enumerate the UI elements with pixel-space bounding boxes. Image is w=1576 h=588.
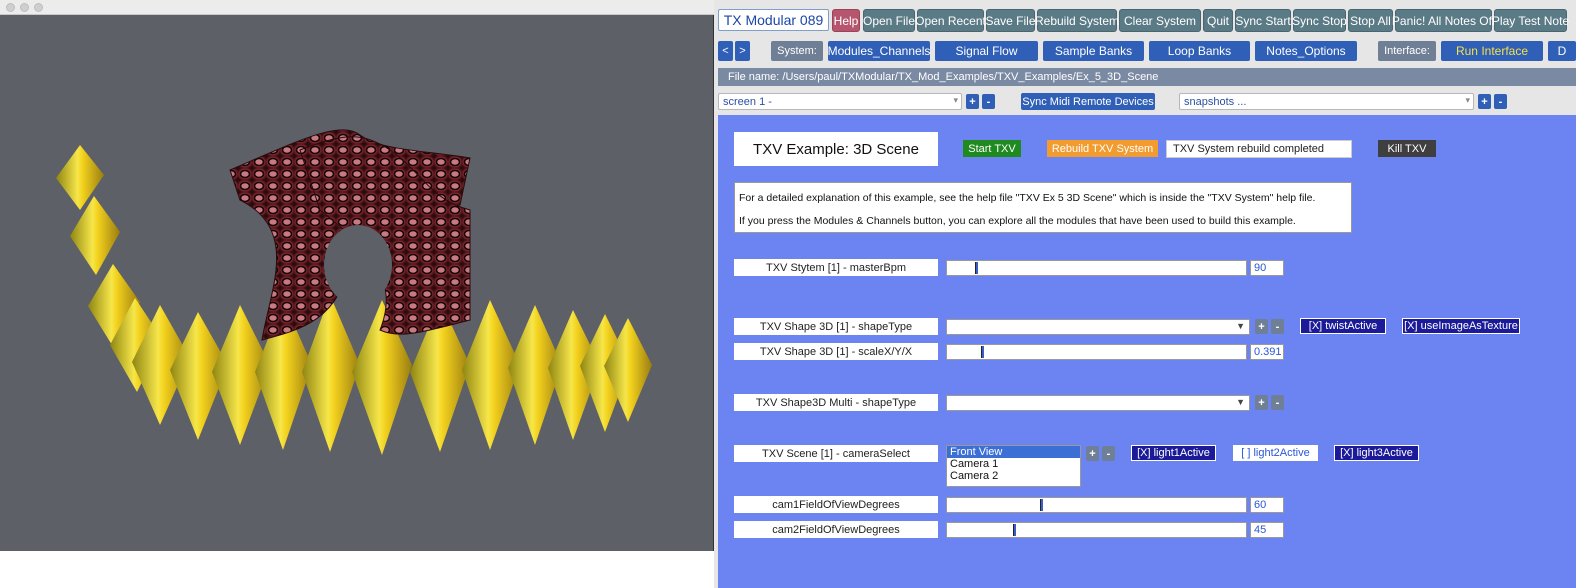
multi-shape-type-label: TXV Shape3D Multi - shapeType bbox=[734, 394, 938, 411]
info-line-1: For a detailed explanation of this examp… bbox=[739, 192, 1316, 204]
interface-label: Interface: bbox=[1378, 41, 1436, 61]
screen-add-button[interactable]: + bbox=[966, 94, 979, 109]
scale-label: TXV Shape 3D [1] - scaleX/Y/X bbox=[734, 343, 938, 360]
snapshots-select[interactable]: snapshots ... ▾ bbox=[1179, 93, 1474, 110]
close-window-icon[interactable] bbox=[6, 3, 15, 12]
kill-txv-button[interactable]: Kill TXV bbox=[1378, 140, 1436, 157]
multi-shape-type-add-button[interactable]: + bbox=[1255, 395, 1268, 410]
cam1-fov-label: cam1FieldOfViewDegrees bbox=[734, 496, 938, 513]
app-title: TX Modular 089 bbox=[718, 9, 829, 31]
tab-sample-banks[interactable]: Sample Banks bbox=[1043, 41, 1144, 61]
rebuild-system-button[interactable]: Rebuild System bbox=[1035, 9, 1119, 32]
twist-active-toggle[interactable]: [X] twistActive bbox=[1300, 318, 1386, 334]
camera-option-camera-2[interactable]: Camera 2 bbox=[947, 470, 1080, 482]
nav-back-button[interactable]: < bbox=[718, 41, 733, 61]
camera-select-list[interactable]: Front View Camera 1 Camera 2 bbox=[946, 445, 1081, 487]
use-image-as-texture-toggle[interactable]: [X] useImageAsTexture bbox=[1402, 318, 1520, 334]
quit-button[interactable]: Quit bbox=[1203, 9, 1233, 32]
sync-midi-remote-devices-button[interactable]: Sync Midi Remote Devices bbox=[1021, 93, 1155, 110]
multi-shape-type-remove-button[interactable]: - bbox=[1271, 395, 1284, 410]
slider-handle[interactable] bbox=[981, 346, 984, 358]
chevron-down-icon: ▾ bbox=[1465, 95, 1470, 105]
screen-select[interactable]: screen 1 - ▾ bbox=[718, 93, 962, 110]
3d-scene-view bbox=[56, 129, 652, 455]
shape-type-remove-button[interactable]: - bbox=[1271, 319, 1284, 334]
render-titlebar bbox=[0, 0, 714, 15]
camera-remove-button[interactable]: - bbox=[1102, 446, 1115, 461]
tx-modular-window: TX Modular 089 Help Open File Open Recen… bbox=[714, 0, 1576, 588]
slider-handle[interactable] bbox=[975, 262, 978, 274]
cam2-fov-value[interactable]: 45 bbox=[1250, 522, 1284, 538]
tab-loop-banks[interactable]: Loop Banks bbox=[1149, 41, 1250, 61]
master-bpm-label: TXV Stytem [1] - masterBpm bbox=[734, 259, 938, 276]
master-bpm-slider[interactable] bbox=[946, 260, 1247, 276]
nav-forward-button[interactable]: > bbox=[735, 41, 750, 61]
open-recent-button[interactable]: Open Recent bbox=[915, 9, 986, 32]
example-panel: TXV Example: 3D Scene Start TXV Rebuild … bbox=[718, 115, 1576, 588]
slider-handle[interactable] bbox=[1013, 524, 1016, 536]
screen-remove-button[interactable]: - bbox=[982, 94, 995, 109]
cam1-fov-value[interactable]: 60 bbox=[1250, 497, 1284, 513]
screen-select-value: screen 1 - bbox=[723, 95, 772, 108]
status-text-field[interactable]: TXV System rebuild completed bbox=[1166, 140, 1352, 158]
open-file-button[interactable]: Open File bbox=[863, 9, 915, 32]
multi-shape-type-select[interactable]: ▼ bbox=[946, 395, 1250, 411]
snapshot-remove-button[interactable]: - bbox=[1494, 94, 1507, 109]
snapshots-select-value: snapshots ... bbox=[1184, 95, 1247, 108]
scale-value[interactable]: 0.391 bbox=[1250, 344, 1284, 360]
clear-system-button[interactable]: Clear System bbox=[1119, 9, 1201, 32]
run-interface-button[interactable]: Run Interface bbox=[1441, 41, 1543, 61]
chevron-down-icon: ▼ bbox=[1236, 397, 1245, 407]
file-name-bar: File name: /Users/paul/TXModular/TX_Mod_… bbox=[718, 68, 1576, 86]
sync-stop-button[interactable]: Sync Stop bbox=[1292, 9, 1347, 32]
tab-signal-flow[interactable]: Signal Flow bbox=[935, 41, 1038, 61]
render-window bbox=[0, 0, 714, 551]
camera-option-front-view[interactable]: Front View bbox=[947, 446, 1080, 458]
scale-slider[interactable] bbox=[946, 344, 1247, 360]
cam1-fov-slider[interactable] bbox=[946, 497, 1247, 513]
example-title: TXV Example: 3D Scene bbox=[734, 132, 938, 166]
light1-active-toggle[interactable]: [X] light1Active bbox=[1131, 445, 1216, 461]
light3-active-toggle[interactable]: [X] light3Active bbox=[1334, 445, 1419, 461]
minimize-window-icon[interactable] bbox=[20, 3, 29, 12]
start-txv-button[interactable]: Start TXV bbox=[963, 140, 1021, 157]
overflow-tab[interactable]: D bbox=[1548, 41, 1576, 61]
info-line-2: If you press the Modules & Channels butt… bbox=[739, 215, 1296, 227]
cam2-fov-label: cam2FieldOfViewDegrees bbox=[734, 521, 938, 538]
save-file-button[interactable]: Save File bbox=[985, 9, 1036, 32]
camera-add-button[interactable]: + bbox=[1086, 446, 1099, 461]
sync-start-button[interactable]: Sync Start bbox=[1235, 9, 1291, 32]
cam2-fov-slider[interactable] bbox=[946, 522, 1247, 538]
slider-handle[interactable] bbox=[1040, 499, 1043, 511]
camera-select-label: TXV Scene [1] - cameraSelect bbox=[734, 445, 938, 462]
play-test-note-button[interactable]: Play Test Note bbox=[1492, 9, 1569, 32]
stop-all-button[interactable]: Stop All bbox=[1348, 9, 1393, 32]
info-text: For a detailed explanation of this examp… bbox=[734, 182, 1352, 233]
chevron-down-icon: ▼ bbox=[1236, 321, 1245, 331]
shape-type-add-button[interactable]: + bbox=[1255, 319, 1268, 334]
tab-modules-channels[interactable]: Modules_Channels bbox=[828, 41, 930, 61]
system-label: System: bbox=[771, 41, 823, 61]
shape-type-label: TXV Shape 3D [1] - shapeType bbox=[734, 318, 938, 335]
help-button[interactable]: Help bbox=[832, 9, 860, 32]
panic-all-notes-off-button[interactable]: Panic! All Notes Off bbox=[1392, 9, 1495, 32]
tab-notes-options[interactable]: Notes_Options bbox=[1255, 41, 1357, 61]
master-bpm-value[interactable]: 90 bbox=[1250, 260, 1284, 276]
light2-active-toggle[interactable]: [ ] light2Active bbox=[1233, 445, 1318, 461]
chevron-down-icon: ▾ bbox=[953, 95, 958, 105]
snapshot-add-button[interactable]: + bbox=[1478, 94, 1491, 109]
twisted-surface bbox=[229, 129, 471, 341]
shape-type-select[interactable]: ▼ bbox=[946, 319, 1250, 335]
maximize-window-icon[interactable] bbox=[34, 3, 43, 12]
rebuild-txv-system-button[interactable]: Rebuild TXV System bbox=[1047, 140, 1158, 157]
camera-option-camera-1[interactable]: Camera 1 bbox=[947, 458, 1080, 470]
